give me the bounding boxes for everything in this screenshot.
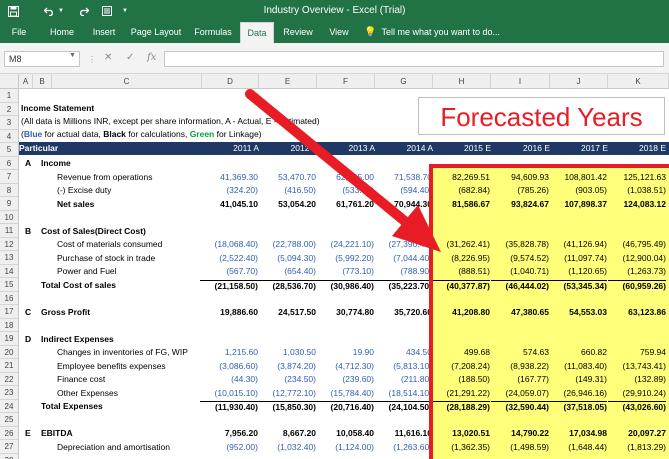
red-arrow-icon: [245, 89, 441, 252]
